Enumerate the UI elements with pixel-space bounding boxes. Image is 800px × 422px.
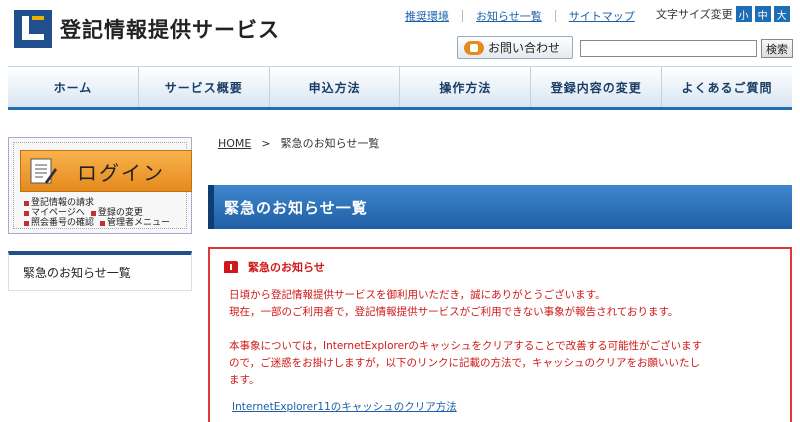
link-recommended-env[interactable]: 推奨環境: [405, 8, 449, 24]
page-title: 緊急のお知らせ一覧: [224, 198, 368, 217]
search-button[interactable]: 検索: [761, 39, 793, 58]
login-sub-links: 登記情報の請求 マイページへ 登録の変更 照会番号の確認 管理者メニュー: [24, 198, 176, 228]
bullet-icon: [100, 220, 106, 226]
font-size-small-button[interactable]: 小: [735, 6, 752, 22]
bullet-icon: [90, 210, 96, 216]
utility-links: 推奨環境 お知らせ一覧 サイトマップ: [405, 8, 635, 24]
site-logo[interactable]: 登記情報提供サービス: [14, 10, 280, 48]
font-size-large-button[interactable]: 大: [773, 6, 790, 22]
notice-heading: 緊急のお知らせ: [224, 259, 776, 275]
login-button[interactable]: ログイン: [20, 150, 192, 192]
nav-item-application[interactable]: 申込方法: [270, 67, 401, 107]
logo-mark-icon: [14, 10, 52, 48]
page: 登記情報提供サービス 推奨環境 お知らせ一覧 サイトマップ 文字サイズ変更 小 …: [0, 0, 800, 422]
divider: [462, 10, 463, 22]
notice-line: 現在，一部のご利用者で，登記情報提供サービスがご利用できない事象が報告されており…: [229, 306, 679, 318]
breadcrumb-separator: >: [261, 136, 271, 150]
breadcrumb: HOME > 緊急のお知らせ一覧: [218, 135, 379, 151]
nav-item-faq[interactable]: よくあるご質問: [662, 67, 792, 107]
search-input[interactable]: [580, 40, 757, 57]
nav-item-service-overview[interactable]: サービス概要: [139, 67, 270, 107]
document-icon: [27, 156, 57, 186]
notice-line: ので，ご迷惑をお掛けしますが，以下のリンクに記載の方法で，キャッシュのクリアをお…: [229, 357, 701, 369]
contact-label: お問い合わせ: [488, 41, 561, 55]
cache-clear-link[interactable]: InternetExplorer11のキャッシュのクリア方法: [232, 399, 457, 414]
page-title-bar: 緊急のお知らせ一覧: [208, 185, 792, 229]
login-link-admin[interactable]: 管理者メニュー: [100, 218, 170, 228]
notice-line: 本事象については，InternetExplorerのキャッシュをクリアすることで…: [229, 340, 703, 352]
login-link-change[interactable]: 登録の変更: [90, 208, 143, 218]
nav-item-home[interactable]: ホーム: [8, 67, 139, 107]
global-nav: ホーム サービス概要 申込方法 操作方法 登録内容の変更 よくあるご質問: [8, 66, 792, 110]
notice-line: 日頃から登記情報提供サービスを御利用いただき，誠にありがとうございます。: [229, 289, 606, 301]
notice-heading-text: 緊急のお知らせ: [248, 261, 325, 274]
bullet-icon: [24, 210, 29, 216]
bullet-icon: [24, 200, 29, 206]
login-link-request[interactable]: 登記情報の請求: [24, 198, 94, 208]
site-title: 登記情報提供サービス: [60, 18, 280, 42]
divider: [554, 10, 556, 22]
login-label: ログイン: [77, 160, 165, 185]
login-link-mypage[interactable]: マイページへ: [24, 208, 85, 218]
contact-button[interactable]: お問い合わせ: [457, 36, 573, 59]
phone-icon: [464, 40, 484, 55]
sidebar-item-emergency-news[interactable]: 緊急のお知らせ一覧: [8, 251, 192, 291]
breadcrumb-current: 緊急のお知らせ一覧: [280, 137, 380, 150]
breadcrumb-home-link[interactable]: HOME: [218, 137, 251, 150]
link-sitemap[interactable]: サイトマップ: [569, 8, 635, 24]
login-panel: ログイン 登記情報の請求 マイページへ 登録の変更 照会番号の確認 管理者メニュ…: [8, 137, 192, 234]
emergency-notice: 緊急のお知らせ 日頃から登記情報提供サービスを御利用いただき，誠にありがとうござ…: [208, 247, 792, 422]
notice-line: ます。: [229, 374, 260, 386]
notice-body: 日頃から登記情報提供サービスを御利用いただき，誠にありがとうございます。 現在，…: [224, 287, 776, 389]
font-size-medium-button[interactable]: 中: [754, 6, 771, 22]
alert-icon: [224, 261, 238, 273]
font-size-label: 文字サイズ変更: [656, 8, 733, 21]
link-news-list[interactable]: お知らせ一覧: [476, 8, 542, 24]
bullet-icon: [24, 220, 29, 226]
login-link-reference[interactable]: 照会番号の確認: [24, 218, 94, 228]
nav-item-registration-change[interactable]: 登録内容の変更: [531, 67, 663, 107]
font-size-switcher: 文字サイズ変更 小 中 大: [656, 6, 790, 22]
nav-item-operation[interactable]: 操作方法: [400, 67, 532, 107]
